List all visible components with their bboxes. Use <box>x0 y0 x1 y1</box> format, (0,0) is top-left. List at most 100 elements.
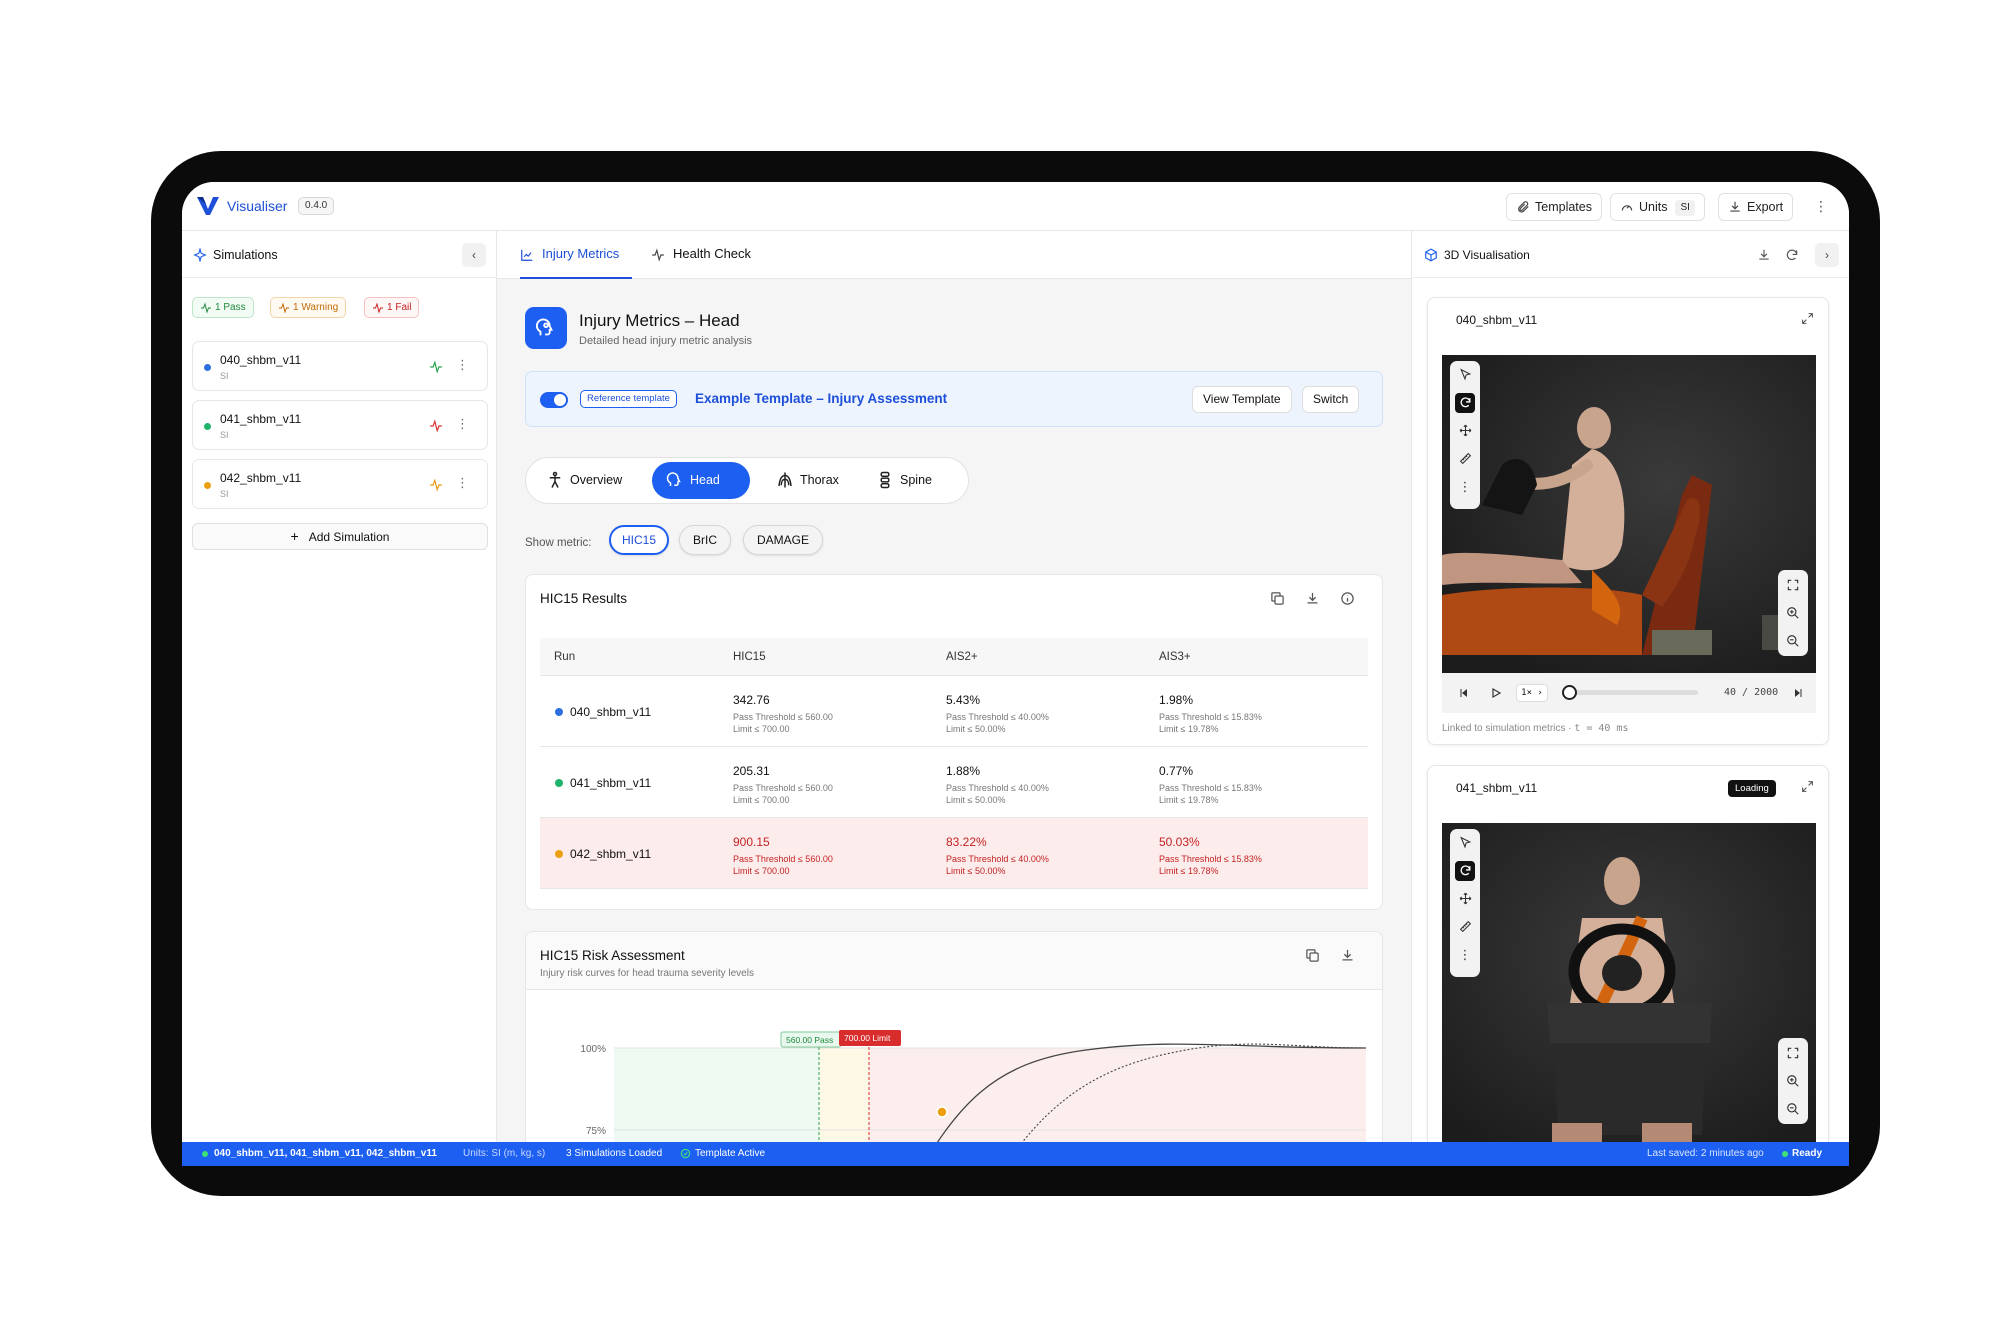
sim-name: 041_shbm_v11 <box>220 412 302 426</box>
select-tool[interactable] <box>1450 829 1480 857</box>
play-icon[interactable] <box>1490 687 1502 699</box>
tab-health-check[interactable]: Health Check <box>651 231 751 279</box>
3d-viewport[interactable]: ⋮ <box>1442 823 1816 1142</box>
head-badge <box>525 307 567 349</box>
ais2-limit: Limit ≤ 50.00% <box>946 866 1006 877</box>
fail-count-badge: 1 Fail <box>364 297 420 318</box>
plus-icon: + <box>290 528 299 544</box>
visualisation-title: 3D Visualisation <box>1444 248 1530 262</box>
sim-more-icon[interactable]: ⋮ <box>456 358 469 371</box>
playback-controls: 1× › 40 / 2000 <box>1442 673 1816 713</box>
zoom-out-icon[interactable] <box>1786 1102 1800 1116</box>
risk-curve-chart: 100% 75% 560.00 Pass 700.00 Limit <box>580 1030 1367 1142</box>
run-color-dot <box>555 708 563 716</box>
table-row[interactable]: 042_shbm_v11 900.15 Pass Threshold ≤ 560.… <box>540 818 1368 889</box>
run-name: 041_shbm_v11 <box>570 776 652 790</box>
hic15-limit: Limit ≤ 700.00 <box>733 724 790 735</box>
pan-tool[interactable] <box>1450 885 1480 913</box>
status-saved: Last saved: 2 minutes ago <box>1647 1148 1764 1159</box>
limit-label: 700.00 Limit <box>844 1033 891 1043</box>
status-pulse-icon <box>430 419 442 433</box>
region-overview[interactable]: Overview <box>532 462 628 499</box>
tab-injury-metrics[interactable]: Injury Metrics <box>520 231 632 279</box>
region-thorax[interactable]: Thorax <box>762 462 852 499</box>
simulation-item[interactable]: 040_shbm_v11 SI ⋮ <box>192 341 488 391</box>
maximize-icon[interactable] <box>1801 780 1814 793</box>
risk-subtitle: Injury risk curves for head trauma sever… <box>540 968 754 979</box>
metric-bric[interactable]: BrIC <box>679 525 731 555</box>
measure-tool[interactable] <box>1450 445 1480 473</box>
sim-more-icon[interactable]: ⋮ <box>456 417 469 430</box>
ready-dot <box>1782 1151 1788 1157</box>
region-head[interactable]: Head <box>652 462 750 499</box>
check-circle-icon <box>680 1148 691 1159</box>
more-menu-icon[interactable]: ⋮ <box>1814 199 1828 213</box>
loading-badge: Loading <box>1728 780 1776 797</box>
tabs-bar: Injury Metrics Health Check <box>497 231 1411 279</box>
simulation-item[interactable]: 041_shbm_v11 SI ⋮ <box>192 400 488 450</box>
select-tool[interactable] <box>1450 361 1480 389</box>
ais2-limit: Limit ≤ 50.00% <box>946 795 1006 806</box>
risk-title: HIC15 Risk Assessment <box>540 948 685 963</box>
cube-icon <box>1425 248 1437 262</box>
run-color-dot <box>555 779 563 787</box>
zoom-out-icon[interactable] <box>1786 634 1800 648</box>
refresh-icon[interactable] <box>1785 248 1799 262</box>
head-profile-icon <box>666 472 681 486</box>
measure-tool[interactable] <box>1450 913 1480 941</box>
3d-viewport[interactable]: ⋮ <box>1442 355 1816 673</box>
metric-hic15[interactable]: HIC15 <box>609 525 669 555</box>
maximize-icon[interactable] <box>1801 312 1814 325</box>
table-row[interactable]: 041_shbm_v11 205.31 Pass Threshold ≤ 560.… <box>540 747 1368 818</box>
templates-button[interactable]: Templates <box>1506 193 1602 221</box>
view-template-button[interactable]: View Template <box>1192 386 1292 413</box>
speed-select[interactable]: 1× › <box>1516 684 1548 702</box>
viewer-toolbar: ⋮ <box>1450 361 1480 509</box>
rotate-tool[interactable] <box>1450 389 1480 417</box>
viewer-more-tool[interactable]: ⋮ <box>1450 941 1480 969</box>
simulation-item[interactable]: 042_shbm_v11 SI ⋮ <box>192 459 488 509</box>
reference-toggle[interactable] <box>540 392 568 408</box>
pan-tool[interactable] <box>1450 417 1480 445</box>
move-icon <box>1459 892 1471 905</box>
timeline-track[interactable] <box>1562 690 1698 695</box>
viewer-card-040: 040_shbm_v11 ⋮ 1× › 40 / 2000 Linked to … <box>1427 297 1829 745</box>
metric-damage[interactable]: DAMAGE <box>743 525 823 555</box>
fit-view-icon[interactable] <box>1786 578 1800 592</box>
fit-view-icon[interactable] <box>1786 1046 1800 1060</box>
zoom-in-icon[interactable] <box>1786 606 1800 620</box>
skip-forward-icon[interactable] <box>1792 687 1804 699</box>
skip-back-icon[interactable] <box>1458 687 1470 699</box>
region-spine[interactable]: Spine <box>862 462 958 499</box>
body-region-selector: Overview Head Thorax Spine <box>525 457 969 504</box>
page-subtitle: Detailed head injury metric analysis <box>579 335 753 347</box>
download-icon[interactable] <box>1340 948 1355 963</box>
ruler-icon <box>1459 920 1471 933</box>
add-simulation-button[interactable]: + Add Simulation <box>192 523 488 550</box>
collapse-panel-button[interactable]: ‹ <box>462 243 486 267</box>
switch-template-button[interactable]: Switch <box>1302 386 1360 413</box>
timeline-handle[interactable] <box>1562 685 1577 700</box>
sims-status-dot <box>202 1151 208 1157</box>
expand-panel-button[interactable]: › <box>1815 243 1839 267</box>
ais3-threshold: Pass Threshold ≤ 15.83% <box>1159 854 1262 864</box>
info-icon[interactable] <box>1340 591 1355 606</box>
units-button[interactable]: Units SI <box>1610 193 1705 221</box>
ribcage-icon <box>778 472 792 488</box>
table-header: Run HIC15 AIS2+ AIS3+ <box>540 638 1368 676</box>
copy-icon[interactable] <box>1305 948 1320 963</box>
zoom-in-icon[interactable] <box>1786 1074 1800 1088</box>
table-row[interactable]: 040_shbm_v11 342.76 Pass Threshold ≤ 560.… <box>540 676 1368 747</box>
download-icon[interactable] <box>1305 591 1320 606</box>
viewer-more-tool[interactable]: ⋮ <box>1450 473 1480 501</box>
ruler-icon <box>1459 452 1471 465</box>
copy-icon[interactable] <box>1270 591 1285 606</box>
rotate-tool[interactable] <box>1450 857 1480 885</box>
hic15-cell: 342.76 Pass Threshold ≤ 560.00 Limit ≤ 700… <box>733 693 833 735</box>
app-screen: Visualiser 0.4.0 Templates Units SI Expor… <box>182 182 1849 1166</box>
viewer-caption: Linked to simulation metrics · t = 40 ms <box>1442 723 1629 734</box>
sim-more-icon[interactable]: ⋮ <box>456 476 469 489</box>
hic15-limit: Limit ≤ 700.00 <box>733 866 790 877</box>
download-icon[interactable] <box>1757 248 1771 262</box>
export-button[interactable]: Export <box>1718 193 1794 221</box>
